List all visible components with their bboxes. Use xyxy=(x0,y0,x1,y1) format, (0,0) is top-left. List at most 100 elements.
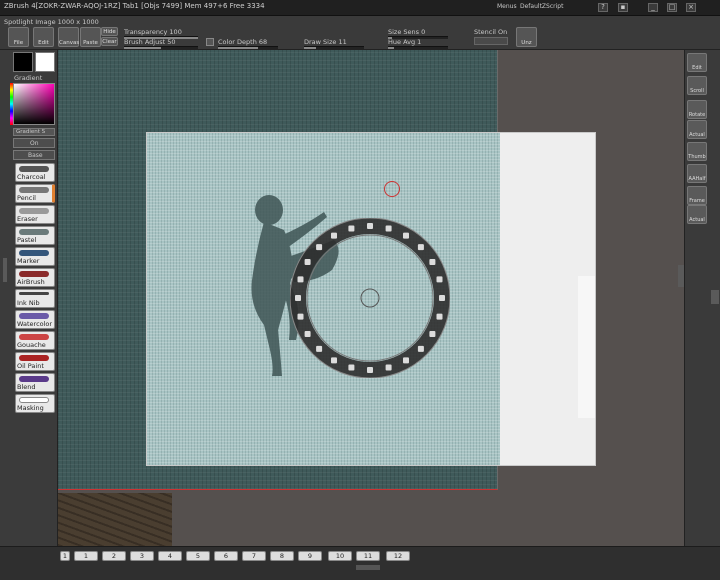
tab-7[interactable]: 7 xyxy=(242,551,266,561)
brush-cursor-icon xyxy=(384,181,400,197)
document-label[interactable]: DefaultZScript xyxy=(520,3,563,10)
brush-eraser[interactable]: Eraser xyxy=(15,205,55,224)
secondary-color-swatch[interactable] xyxy=(35,52,55,72)
close-icon[interactable]: × xyxy=(686,3,696,12)
bottom-tray: 1 1 2 3 4 5 6 7 8 9 10 11 12 xyxy=(0,546,720,580)
color-picker[interactable] xyxy=(13,83,55,125)
brush-adjust-slider[interactable] xyxy=(124,46,198,49)
minimize-icon[interactable]: _ xyxy=(648,3,658,12)
dial-tool-icon[interactable] xyxy=(436,276,443,283)
dial-tool-icon[interactable] xyxy=(367,223,373,229)
primary-color-swatch[interactable] xyxy=(13,52,33,72)
dial-tool-icon[interactable] xyxy=(436,313,443,320)
stencil-toggle[interactable] xyxy=(474,37,508,45)
spotlight-label: Spotlight Image 1000 x 1000 xyxy=(4,18,99,26)
size-sens-label: Size Sens 0 xyxy=(388,28,426,36)
stencil-label: Stencil On xyxy=(474,28,508,36)
actual-size-button[interactable]: Actual xyxy=(687,120,707,139)
dial-tool-icon[interactable] xyxy=(403,232,409,239)
document-canvas[interactable] xyxy=(58,50,684,546)
file-button[interactable]: File xyxy=(8,27,29,47)
tab-1[interactable]: 1 xyxy=(60,551,70,561)
tab-2[interactable]: 2 xyxy=(102,551,126,561)
thumb-button[interactable]: Thumb xyxy=(687,142,707,161)
hue-slider[interactable] xyxy=(388,46,448,49)
tab-9[interactable]: 9 xyxy=(298,551,322,561)
actual-button[interactable]: Actual xyxy=(687,205,707,224)
aahalf-button[interactable]: AAHalf xyxy=(687,164,707,183)
help-icon[interactable]: ? xyxy=(598,3,608,12)
color-depth-slider[interactable] xyxy=(218,46,278,49)
brush-pencil[interactable]: Pencil xyxy=(15,184,55,203)
color-depth-checkbox[interactable] xyxy=(206,38,214,46)
edit-button[interactable]: Edit xyxy=(33,27,54,47)
tab-4[interactable]: 4 xyxy=(158,551,182,561)
brush-watercolor[interactable]: Watercolor xyxy=(15,310,55,329)
tab-10[interactable]: 10 xyxy=(328,551,352,561)
unz-button[interactable]: Unz xyxy=(516,27,537,47)
draw-size-slider[interactable] xyxy=(304,46,364,49)
dial-tool-icon[interactable] xyxy=(429,259,436,265)
left-tray-handle[interactable] xyxy=(3,258,7,282)
dial-tool-icon[interactable] xyxy=(385,225,392,232)
on-toggle[interactable]: On xyxy=(13,138,55,148)
dial-tool-icon[interactable] xyxy=(367,367,373,373)
gradient-switch[interactable]: Gradient S xyxy=(13,128,55,136)
lock-icon[interactable]: ▪ xyxy=(618,3,628,12)
dial-tool-icon[interactable] xyxy=(316,345,323,352)
brush-charcoal[interactable]: Charcoal xyxy=(15,163,55,182)
dial-tool-icon[interactable] xyxy=(348,225,355,232)
spotlight-dial[interactable] xyxy=(290,218,450,378)
dial-tool-icon[interactable] xyxy=(417,244,424,251)
base-toggle[interactable]: Base xyxy=(13,150,55,160)
title-bar: ZBrush 4[ZOKR-ZWAR-AQOJ-1RZ] Tab1 [Objs … xyxy=(0,0,720,16)
maximize-icon[interactable]: □ xyxy=(667,3,677,12)
tab-1b[interactable]: 1 xyxy=(74,551,98,561)
tab-12[interactable]: 12 xyxy=(386,551,410,561)
right-shelf: Edit Scroll Rotate Actual Thumb AAHalf F… xyxy=(684,50,720,546)
clear-button[interactable]: Clear xyxy=(101,37,118,46)
tab-5[interactable]: 5 xyxy=(186,551,210,561)
dial-tool-icon[interactable] xyxy=(304,331,311,337)
hue-strip[interactable] xyxy=(10,83,13,125)
brush-pastel[interactable]: Pastel xyxy=(15,226,55,245)
dial-tool-icon[interactable] xyxy=(295,295,301,301)
menus-label[interactable]: Menus xyxy=(497,3,517,10)
brush-airbrush[interactable]: AirBrush xyxy=(15,268,55,287)
frame-button[interactable]: Frame xyxy=(687,186,707,205)
scroll-button[interactable]: Scroll xyxy=(687,76,707,95)
tab-11[interactable]: 11 xyxy=(356,551,380,561)
tab-8[interactable]: 8 xyxy=(270,551,294,561)
gradient-label: Gradient xyxy=(14,74,43,82)
brush-ink-nib[interactable]: Ink Nib xyxy=(15,289,55,308)
dial-tool-icon[interactable] xyxy=(331,232,337,239)
brush-masking[interactable]: Masking xyxy=(15,394,55,413)
canvas-button[interactable]: Canvas xyxy=(58,27,79,47)
dial-tool-icon[interactable] xyxy=(297,313,304,320)
dial-tool-icon[interactable] xyxy=(385,364,392,371)
dial-tool-icon[interactable] xyxy=(316,244,323,251)
rotate-button[interactable]: Rotate xyxy=(687,100,707,119)
bottom-tray-handle[interactable] xyxy=(356,565,380,570)
tab-6[interactable]: 6 xyxy=(214,551,238,561)
texture-thumbnails[interactable] xyxy=(58,493,172,546)
edit-view-button[interactable]: Edit xyxy=(687,53,707,72)
brush-oil-paint[interactable]: Oil Paint xyxy=(15,352,55,371)
tab-3[interactable]: 3 xyxy=(130,551,154,561)
paste-button[interactable]: Paste xyxy=(80,27,101,47)
dial-tool-icon[interactable] xyxy=(304,259,311,265)
dial-tool-icon[interactable] xyxy=(429,331,436,337)
right-collapse-arrow-icon[interactable] xyxy=(711,290,719,304)
dial-tool-icon[interactable] xyxy=(403,357,409,364)
dial-tool-icon[interactable] xyxy=(348,364,355,371)
dial-tool-icon[interactable] xyxy=(331,357,337,364)
dial-tool-icon[interactable] xyxy=(297,276,304,283)
left-palette: Gradient Gradient S On Base Charcoal Pen… xyxy=(0,50,58,546)
brush-blend[interactable]: Blend xyxy=(15,373,55,392)
hide-button[interactable]: Hide xyxy=(101,27,118,36)
dial-tool-icon[interactable] xyxy=(417,345,424,352)
draw-size-label: Draw Size 11 xyxy=(304,38,347,46)
dial-tool-icon[interactable] xyxy=(439,295,445,301)
brush-marker[interactable]: Marker xyxy=(15,247,55,266)
brush-gouache[interactable]: Gouache xyxy=(15,331,55,350)
